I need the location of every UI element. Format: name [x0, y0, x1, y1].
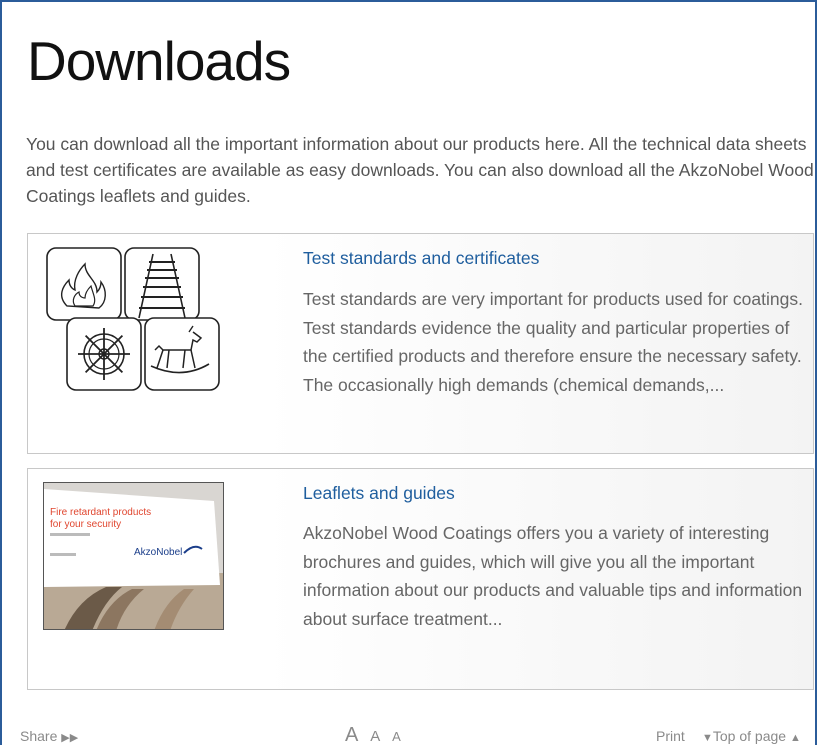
download-card-leaflets[interactable]: Fire retardant products for your securit… — [27, 468, 814, 690]
download-card-test-standards[interactable]: Test standards and certificates Test sta… — [27, 233, 814, 454]
share-label: Share — [20, 728, 58, 744]
top-of-page-link[interactable]: ▼Top of page ▲ — [702, 728, 801, 744]
font-size-medium-button[interactable]: A — [370, 728, 380, 745]
page-footer: Share ▶▶ A A A Print ▼Top of page ▲ — [0, 724, 823, 747]
certificates-icon-grid[interactable] — [45, 246, 225, 392]
brochure-thumbnail[interactable]: Fire retardant products for your securit… — [43, 482, 224, 630]
font-size-controls: A A A — [345, 724, 409, 747]
font-size-small-button[interactable]: A — [392, 729, 401, 744]
print-label: Print — [656, 728, 685, 744]
card-title-link[interactable]: Leaflets and guides — [303, 481, 455, 505]
share-arrows-icon: ▶▶ — [61, 732, 79, 744]
triangle-down-icon: ▼ — [702, 732, 713, 744]
intro-text: You can download all the important infor… — [26, 134, 814, 206]
page-title: Downloads — [27, 30, 291, 92]
print-link[interactable]: Print — [656, 728, 685, 744]
card-title-link[interactable]: Test standards and certificates — [303, 246, 539, 270]
triangle-up-icon: ▲ — [789, 732, 801, 744]
brochure-heading-1: Fire retardant products — [50, 507, 151, 518]
card-description: AkzoNobel Wood Coatings offers you a var… — [303, 523, 803, 629]
akzonobel-logo: AkzoNobel — [134, 547, 182, 558]
share-link[interactable]: Share ▶▶ — [20, 728, 78, 744]
top-of-page-label: Top of page — [712, 728, 787, 744]
ship-wheel-icon — [66, 317, 142, 391]
rocking-horse-icon — [144, 317, 220, 391]
brochure-heading-2: for your security — [50, 519, 121, 530]
card-description: Test standards are very important for pr… — [303, 289, 803, 395]
font-size-large-button[interactable]: A — [345, 724, 358, 746]
fire-icon — [46, 247, 122, 321]
railway-track-icon — [124, 247, 200, 321]
